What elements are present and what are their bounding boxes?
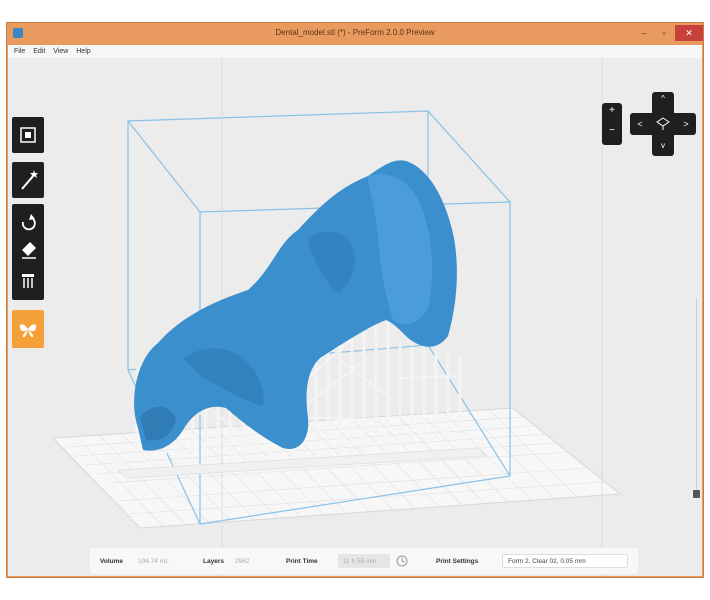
layout-icon [20, 127, 36, 143]
app-window: Dental_model.stl (*) - PreForm 2.0.0 Pre… [6, 22, 704, 578]
window-title: Dental_model.stl (*) - PreForm 2.0.0 Pre… [275, 28, 435, 37]
print-settings-field[interactable]: Form 2, Clear 02, 0.05 mm [502, 554, 628, 568]
print-time-box: 11 h 55 min [338, 554, 390, 568]
minimize-button[interactable]: – [635, 25, 653, 41]
menu-edit[interactable]: Edit [33, 48, 45, 55]
close-button[interactable]: ✕ [675, 25, 703, 41]
supports-icon[interactable] [22, 274, 34, 288]
layers-label: Layers [203, 558, 224, 565]
menu-view[interactable]: View [53, 48, 68, 55]
menu-bar: File Edit View Help [8, 45, 702, 58]
zoom-out-button[interactable]: − [602, 125, 622, 136]
scroll-track [696, 298, 697, 498]
zoom-in-button[interactable]: + [602, 105, 622, 116]
zoom-controls: + − [602, 103, 622, 145]
print-settings-label: Print Settings [436, 558, 479, 565]
tool-layout[interactable] [12, 117, 44, 153]
volume-label: Volume [100, 558, 123, 565]
view-navigator: ^ v < > [630, 92, 696, 156]
butterfly-icon [19, 324, 37, 338]
client-area: File Edit View Help + − ^ v < > Volume 1… [8, 45, 702, 576]
view-down-button[interactable]: v [652, 141, 674, 150]
view-left-button[interactable]: < [633, 119, 647, 129]
magic-wand-icon [21, 170, 38, 190]
home-view-icon[interactable] [656, 117, 670, 131]
tool-one-click-print[interactable] [12, 162, 44, 198]
3d-model[interactable] [134, 160, 457, 451]
status-bar: Volume 104.74 mL Layers 2962 Print Time … [90, 548, 638, 574]
tool-group [12, 204, 44, 300]
layers-value: 2962 [235, 558, 250, 565]
maximize-button[interactable]: ▫ [655, 25, 673, 41]
tool-print-active[interactable] [12, 310, 44, 348]
volume-value: 104.74 mL [138, 558, 169, 565]
clock-icon[interactable] [396, 555, 408, 567]
view-up-button[interactable]: ^ [652, 94, 674, 103]
print-time-value: 11 h 55 min [343, 558, 377, 565]
3d-viewport[interactable]: + − ^ v < > Volume 104.74 mL Layers 2962… [8, 58, 702, 576]
menu-file[interactable]: File [14, 48, 25, 55]
scroll-handle[interactable] [693, 490, 700, 498]
eraser-icon[interactable] [22, 242, 36, 259]
rotate-icon[interactable] [21, 214, 36, 231]
scene-canvas[interactable] [8, 58, 702, 576]
print-time-label: Print Time [286, 558, 318, 565]
menu-help[interactable]: Help [76, 48, 90, 55]
title-bar: Dental_model.stl (*) - PreForm 2.0.0 Pre… [7, 23, 703, 45]
view-right-button[interactable]: > [679, 119, 693, 129]
